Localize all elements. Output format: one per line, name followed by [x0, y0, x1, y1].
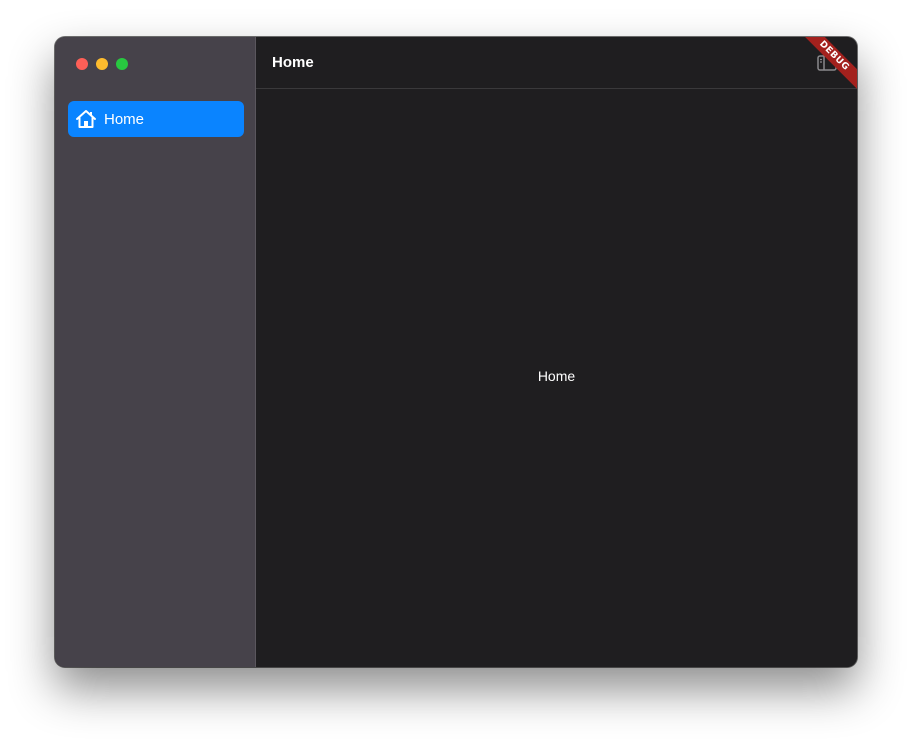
page-title: Home: [272, 54, 314, 71]
toolbar: Home: [256, 37, 857, 89]
content-text: Home: [537, 368, 576, 384]
sidebar-toggle-icon[interactable]: [817, 54, 837, 72]
minimize-window-button[interactable]: [96, 58, 108, 70]
close-window-button[interactable]: [76, 58, 88, 70]
sidebar: Home: [55, 37, 256, 667]
sidebar-item-home[interactable]: Home: [68, 101, 244, 137]
sidebar-item-label: Home: [104, 110, 145, 128]
window-controls: [76, 58, 128, 70]
house-icon: [75, 108, 97, 130]
zoom-window-button[interactable]: [116, 58, 128, 70]
app-window: Home Home Home DEBUG: [55, 37, 857, 667]
main-content: Home Home DEBUG: [256, 37, 857, 667]
